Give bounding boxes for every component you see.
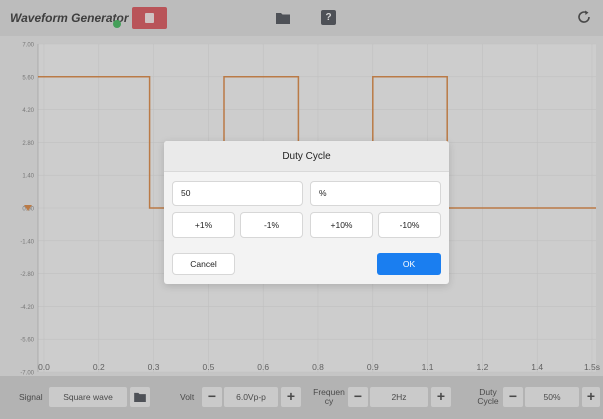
dialog-header: Duty Cycle [164, 141, 449, 172]
decrease-10-percent-button[interactable]: -10% [378, 212, 441, 238]
increase-10-percent-button[interactable]: +10% [310, 212, 373, 238]
cancel-button[interactable]: Cancel [172, 253, 235, 275]
ok-button[interactable]: OK [377, 253, 441, 275]
decrease-1-percent-button[interactable]: -1% [240, 212, 303, 238]
duty-cycle-input[interactable]: 50 [172, 181, 303, 206]
dialog-title: Duty Cycle [282, 151, 331, 162]
duty-cycle-unit: % [310, 181, 441, 206]
increase-1-percent-button[interactable]: +1% [172, 212, 235, 238]
duty-cycle-dialog: Duty Cycle 50 % +1% -1% +10% -10% Cancel… [164, 141, 449, 284]
